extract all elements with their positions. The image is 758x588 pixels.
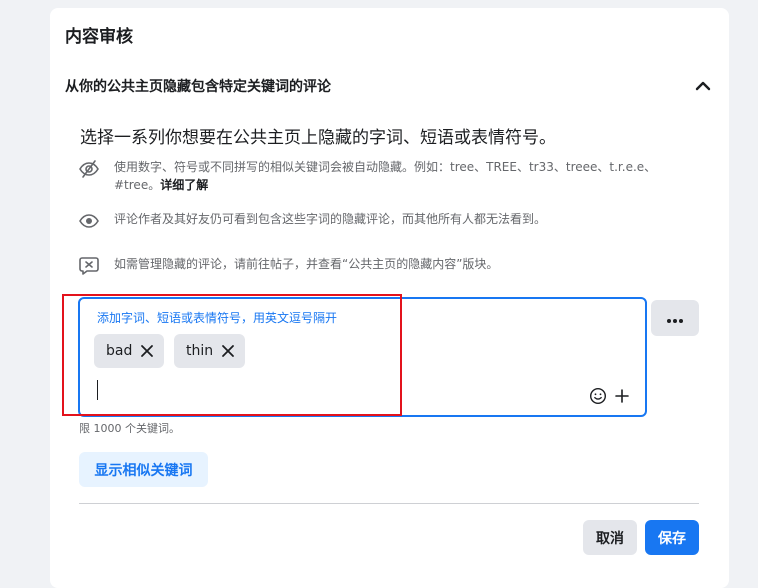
show-similar-keywords-button[interactable]: 显示相似关键词 (79, 452, 208, 487)
emoji-icon[interactable] (589, 387, 607, 405)
comment-x-icon (78, 255, 100, 277)
divider (79, 503, 699, 504)
more-options-button[interactable] (651, 300, 699, 336)
info-text-visibility: 评论作者及其好友仍可看到包含这些字词的隐藏评论，而其他所有人都无法看到。 (114, 212, 547, 226)
card-title: 内容审核 (65, 27, 133, 47)
close-icon[interactable] (221, 344, 235, 358)
keyword-chip-label: thin (186, 343, 214, 359)
section-header[interactable]: 从你的公共主页隐藏包含特定关键词的评论 (65, 74, 715, 98)
content-moderation-card: 内容审核 从你的公共主页隐藏包含特定关键词的评论 选择一系列你想要在公共主页上隐… (50, 8, 729, 588)
keyword-chip-bad: bad (94, 334, 165, 368)
keyword-input-label: 添加字词、短语或表情符号，用英文逗号隔开 (97, 311, 338, 325)
keyword-limit-text: 限 1000 个关键词。 (79, 422, 180, 435)
eye-slash-icon (78, 158, 100, 180)
learn-more-link[interactable]: 详细了解 (160, 178, 208, 192)
input-actions (589, 387, 631, 405)
keyword-chip-label: bad (106, 343, 133, 359)
text-caret[interactable] (97, 380, 98, 400)
close-icon[interactable] (140, 344, 154, 358)
chevron-up-icon[interactable] (691, 74, 715, 98)
keyword-input-box[interactable]: 添加字词、短语或表情符号，用英文逗号隔开 bad thin (78, 297, 647, 417)
keyword-chip-thin: thin (174, 334, 246, 368)
info-text-manage: 如需管理隐藏的评论，请前往帖子，并查看“公共主页的隐藏内容”版块。 (114, 257, 499, 271)
save-button[interactable]: 保存 (645, 520, 699, 555)
cancel-button[interactable]: 取消 (583, 520, 637, 555)
more-dots-icon (666, 309, 684, 328)
section-title: 从你的公共主页隐藏包含特定关键词的评论 (65, 79, 331, 95)
eye-icon (78, 210, 100, 232)
lead-text: 选择一系列你想要在公共主页上隐藏的字词、短语或表情符号。 (80, 128, 556, 148)
plus-icon[interactable] (613, 387, 631, 405)
